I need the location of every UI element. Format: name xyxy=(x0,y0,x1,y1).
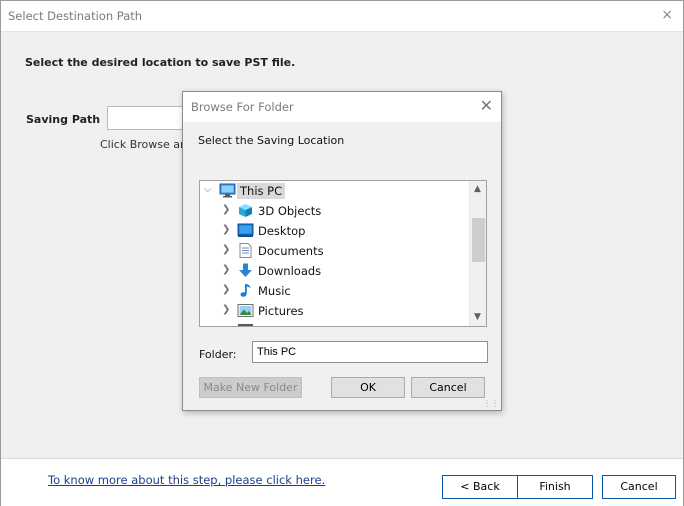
cancel-button-label: Cancel xyxy=(620,480,658,493)
dialog-titlebar: Browse For Folder ✕ xyxy=(183,92,501,122)
downloads-icon xyxy=(239,263,252,277)
ok-button[interactable]: OK xyxy=(331,377,405,398)
make-new-folder-button[interactable]: Make New Folder xyxy=(199,377,302,398)
tree-item-downloads[interactable]: ❯ Downloads xyxy=(200,261,470,281)
tree-item-partial xyxy=(200,321,470,326)
folder-label: Folder: xyxy=(199,348,237,361)
tree-item-label: Desktop xyxy=(258,224,306,238)
tree-item-label: Music xyxy=(258,284,291,298)
chevron-right-icon[interactable]: ❯ xyxy=(222,204,230,215)
pc-icon xyxy=(219,183,236,198)
music-icon xyxy=(240,284,251,297)
scroll-down-arrow-icon[interactable]: ▼ xyxy=(474,312,481,322)
window-title: Select Destination Path xyxy=(8,9,143,23)
browse-hint-text: Click Browse and xyxy=(100,138,194,151)
folder-tree[interactable]: ⌵ This PC ❯ 3D Objects ❯ Desktop ❯ Docum… xyxy=(199,180,487,327)
tree-item-label: Downloads xyxy=(258,264,322,278)
chevron-right-icon[interactable]: ❯ xyxy=(222,264,230,275)
chevron-right-icon[interactable]: ❯ xyxy=(222,304,230,315)
back-button-label: < Back xyxy=(460,480,500,493)
tree-item-label: This PC xyxy=(237,183,286,199)
back-button[interactable]: < Back xyxy=(442,475,518,499)
desktop-icon xyxy=(237,223,254,237)
window-titlebar: Select Destination Path × xyxy=(1,1,683,31)
pictures-icon xyxy=(237,304,254,317)
dialog-cancel-label: Cancel xyxy=(429,381,467,394)
dialog-close-icon[interactable]: ✕ xyxy=(480,96,493,115)
chevron-right-icon[interactable]: ❯ xyxy=(222,224,230,235)
browse-for-folder-dialog: Browse For Folder ✕ Select the Saving Lo… xyxy=(182,91,502,411)
tree-item-desktop[interactable]: ❯ Desktop xyxy=(200,221,470,241)
tree-item-label: Pictures xyxy=(258,304,304,318)
documents-icon xyxy=(239,243,252,258)
3d-objects-icon xyxy=(239,204,252,217)
chevron-down-icon[interactable]: ⌵ xyxy=(204,184,212,195)
folder-icon xyxy=(238,324,253,326)
cancel-button[interactable]: Cancel xyxy=(602,475,676,499)
tree-item-pictures[interactable]: ❯ Pictures xyxy=(200,301,470,321)
finish-button-label: Finish xyxy=(539,480,571,493)
tree-item-music[interactable]: ❯ Music xyxy=(200,281,470,301)
make-new-folder-label: Make New Folder xyxy=(203,381,298,394)
instruction-text: Select the desired location to save PST … xyxy=(25,56,296,69)
tree-item-3d-objects[interactable]: ❯ 3D Objects xyxy=(200,201,470,221)
dialog-cancel-button[interactable]: Cancel xyxy=(411,377,485,398)
saving-path-label: Saving Path xyxy=(26,113,101,126)
scrollbar-thumb[interactable] xyxy=(472,218,485,262)
finish-button[interactable]: Finish xyxy=(517,475,593,499)
tree-vertical-scrollbar[interactable]: ▲ ▼ xyxy=(469,181,486,326)
tree-item-label: 3D Objects xyxy=(258,204,322,218)
chevron-right-icon[interactable]: ❯ xyxy=(222,244,230,255)
chevron-right-icon[interactable]: ❯ xyxy=(222,284,230,295)
window-footer: To know more about this step, please cli… xyxy=(1,459,683,506)
tree-item-label: Documents xyxy=(258,244,324,258)
dialog-prompt: Select the Saving Location xyxy=(198,134,345,147)
window-close-icon[interactable]: × xyxy=(661,7,673,23)
ok-button-label: OK xyxy=(360,381,376,394)
folder-input[interactable] xyxy=(252,341,488,363)
help-link[interactable]: To know more about this step, please cli… xyxy=(48,473,325,487)
tree-item-documents[interactable]: ❯ Documents xyxy=(200,241,470,261)
dialog-title: Browse For Folder xyxy=(191,100,294,114)
resize-grip-icon[interactable]: ⋮⋮ xyxy=(483,399,499,408)
scroll-up-arrow-icon[interactable]: ▲ xyxy=(474,184,481,194)
tree-item-this-pc[interactable]: ⌵ This PC xyxy=(200,181,470,201)
